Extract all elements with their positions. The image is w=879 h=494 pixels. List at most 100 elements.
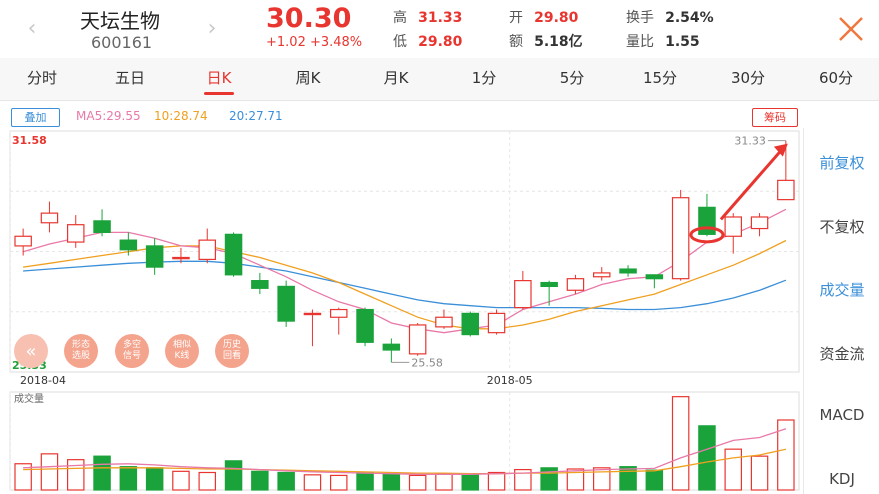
- candle-down: [461, 312, 480, 336]
- quote-header: ‹ 天坛生物 600161 › 30.30 +1.02 +3.48% 高 31.…: [0, 0, 879, 58]
- ma10-value: 10:28.74: [154, 109, 208, 123]
- side-unadjusted[interactable]: 不复权: [804, 216, 879, 237]
- tab-5min[interactable]: 5分: [560, 58, 585, 100]
- tool-pattern-screen[interactable]: 形态 选股: [64, 334, 98, 368]
- close-icon[interactable]: [834, 12, 868, 46]
- tool-label: 相似 K线: [172, 340, 191, 361]
- side-forward-adjusted[interactable]: 前复权: [804, 152, 879, 173]
- quote-label: 额: [509, 34, 523, 50]
- quote-value: 1.55: [665, 34, 700, 50]
- quote-label: 高: [393, 10, 407, 26]
- x-axis-label: 2018-05: [487, 374, 533, 387]
- candle-up: [198, 239, 217, 261]
- volume-bar-up: [172, 470, 190, 491]
- candle-down: [93, 220, 111, 234]
- candle-up: [66, 224, 85, 243]
- quote-value: 29.80: [418, 34, 463, 50]
- candle-down: [251, 280, 269, 289]
- volume-label: 成交量: [14, 392, 44, 405]
- tool-similar-kline[interactable]: 相似 K线: [165, 334, 199, 368]
- side-volume[interactable]: 成交量: [804, 279, 879, 300]
- stock-name: 天坛生物: [80, 9, 160, 33]
- active-tab-indicator: [204, 92, 234, 95]
- quote-amount: 额 5.18亿: [509, 31, 583, 51]
- candle-up: [40, 212, 59, 224]
- candle-down: [382, 343, 401, 351]
- next-stock-icon[interactable]: ›: [202, 14, 222, 44]
- kline-chart[interactable]: 2018-042018-0531.5825.3331.3325.58成交量: [0, 128, 803, 494]
- ma20-value: 20:27.71: [229, 109, 283, 123]
- volume-bar-up: [671, 396, 690, 491]
- ma10-line: [23, 239, 787, 330]
- prev-stock-icon[interactable]: ‹: [22, 14, 42, 44]
- x-axis-label: 2018-04: [20, 374, 66, 387]
- volume-bar-up: [408, 474, 427, 491]
- tool-label: 多空 信号: [122, 340, 141, 361]
- volume-bar-down: [93, 455, 111, 491]
- candle-up: [750, 216, 769, 230]
- tab-five-day[interactable]: 五日: [115, 58, 145, 100]
- low-annotation: 25.58: [411, 356, 443, 369]
- tab-15min[interactable]: 15分: [643, 58, 677, 100]
- volume-bar-down: [619, 466, 637, 491]
- side-capital-flow[interactable]: 资金流: [804, 343, 879, 364]
- volume-bar-up: [303, 474, 322, 491]
- volume-bar-down: [645, 469, 664, 491]
- candle-down: [224, 233, 243, 276]
- collapse-tools-icon[interactable]: «: [14, 334, 48, 368]
- ma5-value: MA5:29.55: [76, 109, 141, 123]
- quote-value: 5.18亿: [534, 34, 583, 50]
- tab-30min[interactable]: 30分: [731, 58, 765, 100]
- quote-value: 29.80: [534, 10, 579, 26]
- quote-turnover: 换手 2.54%: [626, 7, 714, 27]
- volume-bar-down: [277, 471, 295, 491]
- volume-bar-up: [66, 459, 85, 491]
- candle-up: [487, 312, 506, 334]
- tool-label: 历史 回看: [222, 340, 241, 361]
- candle-down: [698, 206, 716, 235]
- high-annotation: 31.33: [734, 135, 766, 148]
- ma20-line: [23, 260, 787, 311]
- side-macd[interactable]: MACD: [804, 406, 879, 424]
- volume-bar-down: [382, 473, 401, 491]
- candle-up: [172, 256, 190, 260]
- tab-monthly-k[interactable]: 月K: [384, 58, 409, 100]
- candle-down: [540, 281, 558, 287]
- volume-bar-down: [145, 467, 164, 491]
- quote-label: 量比: [626, 34, 654, 50]
- quote-low: 低 29.80: [393, 31, 462, 51]
- candle-up: [329, 308, 348, 318]
- candle-up: [435, 316, 453, 328]
- overlay-button[interactable]: 叠加: [11, 108, 60, 127]
- volume-bar-down: [251, 470, 269, 491]
- quote-volume-ratio: 量比 1.55: [626, 31, 700, 51]
- candle-down: [277, 285, 295, 322]
- quote-label: 换手: [626, 10, 654, 26]
- tool-bull-bear-signal[interactable]: 多空 信号: [115, 334, 149, 368]
- volume-bar-down: [461, 474, 480, 491]
- quote-value: 31.33: [418, 10, 463, 26]
- chip-distribution-button[interactable]: 筹码: [752, 108, 798, 127]
- candle-up: [14, 235, 32, 247]
- tab-weekly-k[interactable]: 周K: [296, 58, 321, 100]
- tool-history-review[interactable]: 历史 回看: [215, 334, 249, 368]
- tab-60min[interactable]: 60分: [819, 58, 853, 100]
- price-change: +1.02 +3.48%: [266, 35, 363, 50]
- tab-intraday[interactable]: 分时: [27, 58, 57, 100]
- price-max-label: 31.58: [12, 134, 47, 147]
- candle-down: [145, 245, 164, 268]
- stock-code: 600161: [91, 33, 153, 52]
- candle-up: [777, 179, 795, 201]
- tab-1min[interactable]: 1分: [472, 58, 497, 100]
- last-price: 30.30: [266, 3, 352, 34]
- indicator-side-panel: 前复权 不复权 成交量 资金流 MACD KDJ: [803, 128, 879, 494]
- volume-bar-up: [750, 455, 769, 491]
- volume-bar-down: [224, 460, 243, 491]
- volume-bar-up: [435, 473, 453, 491]
- quote-high: 高 31.33: [393, 7, 462, 27]
- candle-up: [514, 280, 532, 309]
- candle-down: [645, 274, 664, 280]
- side-kdj[interactable]: KDJ: [804, 470, 879, 488]
- volume-bar-up: [724, 448, 743, 491]
- period-tabs: 分时 五日 日K 周K 月K 1分 5分 15分 30分 60分: [0, 58, 879, 101]
